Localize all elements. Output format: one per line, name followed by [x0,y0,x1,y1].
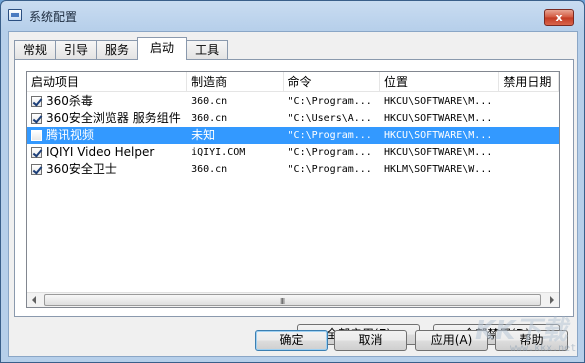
help-button[interactable]: 帮助 [495,330,568,351]
command-cell: "C:\Program... [287,96,372,107]
disabled-date-cell [499,161,559,178]
table-row[interactable]: 360安全卫士 360.cn "C:\Program... HKLM\SOFTWARE… [27,161,559,178]
column-header-command[interactable]: 命令 [284,72,380,92]
location-cell: HKCU\SOFTWARE\M... [383,130,493,141]
disabled-date-cell [499,144,559,161]
scrollbar-grip: III [280,297,285,306]
startup-item-checkbox[interactable] [31,130,42,141]
table-row[interactable]: 360安全浏览器 服务组件 360.cn "C:\Users\A... HKCU\SO… [27,110,559,127]
startup-item-cell: 腾讯视频 [27,127,187,144]
table-row[interactable]: 360杀毒 360.cn "C:\Program... HKCU\SOFTWARE\M… [27,93,559,110]
location-cell: HKCU\SOFTWARE\M... [383,96,493,107]
startup-item-name: 360杀毒 [46,94,93,108]
column-header-disabled-date[interactable]: 禁用日期 [499,72,559,92]
location-cell: HKCU\SOFTWARE\M... [383,147,493,158]
disabled-date-cell [499,127,559,144]
startup-item-checkbox[interactable] [31,96,42,107]
tab-general[interactable]: 常规 [14,40,57,60]
manufacturer-cell: 360.cn [191,164,228,175]
startup-item-cell: 360安全浏览器 服务组件 [27,110,187,127]
tab-tools[interactable]: 工具 [186,40,229,60]
column-header-location[interactable]: 位置 [380,72,500,92]
startup-item-cell: 360杀毒 [27,93,187,110]
location-cell: HKLM\SOFTWARE\W... [383,164,493,175]
apply-button[interactable]: 应用(A) [415,330,488,351]
disabled-date-cell [499,110,559,127]
table-row[interactable]: 腾讯视频 未知 "C:\Program... HKCU\SOFTWARE\M... [27,127,559,144]
column-header-manufacturer[interactable]: 制造商 [187,72,284,92]
table-row[interactable]: IQIYI Video Helper iQIYI.COM "C:\Program..… [27,144,559,161]
startup-tab-panel: 启动项目 制造商 命令 位置 禁用日期 360杀毒 360.cn "C:\Progr… [14,59,574,345]
app-icon [8,9,22,21]
tab-boot[interactable]: 引导 [55,40,98,60]
location-cell: HKCU\SOFTWARE\M... [383,113,493,124]
startup-item-name: 360安全卫士 [46,162,117,176]
close-icon: x [555,11,563,24]
manufacturer-cell: 未知 [191,128,216,142]
disabled-date-cell [499,93,559,110]
manufacturer-cell: 360.cn [191,96,228,107]
list-header: 启动项目 制造商 命令 位置 禁用日期 [27,72,559,92]
startup-items-list[interactable]: 启动项目 制造商 命令 位置 禁用日期 360杀毒 360.cn "C:\Progr… [26,71,560,308]
startup-item-name: 360安全浏览器 服务组件 [46,111,181,125]
tab-startup[interactable]: 启动 [137,37,188,60]
startup-item-name: 腾讯视频 [46,128,95,142]
cancel-button[interactable]: 取消 [334,330,407,351]
title-bar[interactable]: 系统配置 x [1,1,584,31]
startup-item-name: IQIYI Video Helper [46,145,155,159]
column-header-startup-item[interactable]: 启动项目 [27,72,188,92]
manufacturer-cell: 360.cn [191,113,228,124]
dialog-client-area: 常规 引导 服务 启动 工具 启动项目 制造商 命令 位置 禁用日期 360杀毒… [8,31,578,357]
ok-button[interactable]: 确定 [255,330,328,351]
command-cell: "C:\Program... [287,147,372,158]
list-rows: 360杀毒 360.cn "C:\Program... HKCU\SOFTWARE\M… [27,93,559,178]
startup-item-cell: IQIYI Video Helper [27,144,187,161]
horizontal-scrollbar[interactable]: III [27,292,559,307]
startup-item-checkbox[interactable] [31,147,42,158]
tab-strip: 常规 引导 服务 启动 工具 [14,37,229,60]
startup-item-checkbox[interactable] [31,164,42,175]
scrollbar-thumb[interactable]: III [44,294,541,306]
command-cell: "C:\Users\A... [287,113,372,124]
system-config-window: 系统配置 x 常规 引导 服务 启动 工具 启动项目 制造商 命令 位置 禁用日… [0,0,585,363]
window-title: 系统配置 [29,10,78,24]
command-cell: "C:\Program... [287,130,372,141]
startup-item-cell: 360安全卫士 [27,161,187,178]
scroll-left-arrow-icon[interactable] [32,296,36,304]
close-button[interactable]: x [544,9,574,26]
tab-services[interactable]: 服务 [96,40,139,60]
startup-item-checkbox[interactable] [31,113,42,124]
manufacturer-cell: iQIYI.COM [191,147,246,158]
scroll-right-arrow-icon[interactable] [550,296,554,304]
command-cell: "C:\Program... [287,164,372,175]
